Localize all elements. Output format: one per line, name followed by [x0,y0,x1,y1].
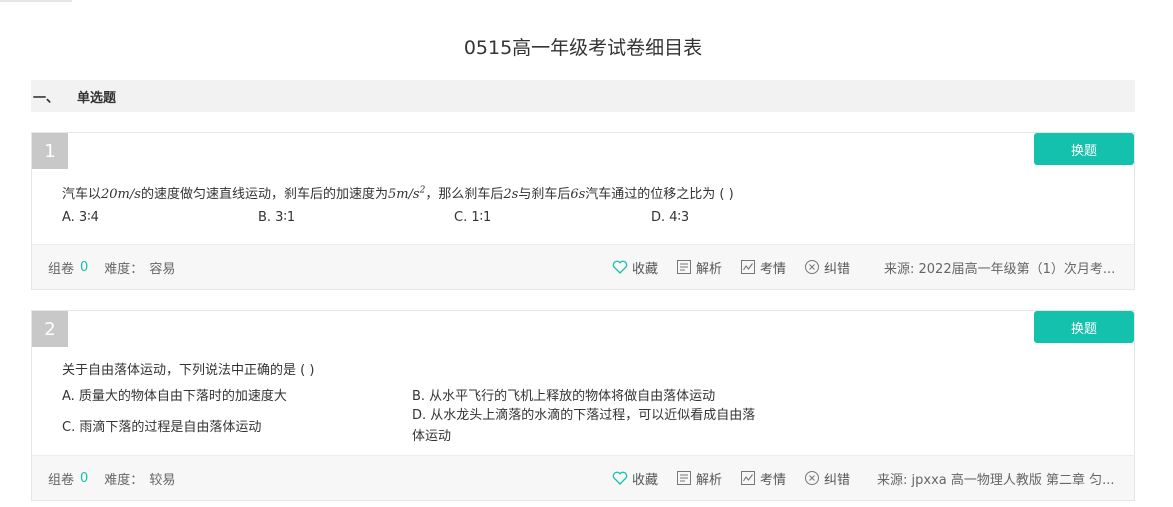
option-b: B. 3∶1 [258,210,296,225]
difficulty-value: 容易 [149,261,176,277]
section-name: 单选题 [77,90,117,106]
difficulty-label: 难度： [104,261,144,277]
swap-question-button[interactable]: 换题 [1034,133,1134,165]
source-text: 来源: 2022届高一年级第（1）次月考... [884,261,1116,277]
heart-icon [612,260,628,274]
difficulty-value: 较易 [149,472,176,488]
exam-info-button[interactable]: 考情 [740,469,786,488]
favorite-button[interactable]: 收藏 [612,469,658,488]
group-label: 组卷 [48,472,75,488]
option-d: D. 4∶3 [651,210,690,225]
correction-button[interactable]: 纠错 [804,258,850,277]
question-stem: 汽车以20m/s的速度做匀速直线运动，刹车后的加速度为5m/s2，那么刹车后2s… [62,183,734,202]
x-circle-icon [805,260,820,274]
favorite-label: 收藏 [632,261,659,277]
swap-question-button[interactable]: 换题 [1034,311,1134,343]
option-d: D. 从水龙头上滴落的水滴的下落过程，可以近似看成自由落体运动 [412,408,756,444]
correction-label: 纠错 [824,261,851,277]
exam-info-label: 考情 [760,472,787,488]
favorite-label: 收藏 [632,472,659,488]
chart-icon [741,260,756,274]
analysis-button[interactable]: 解析 [676,469,722,488]
option-b: B. 从水平飞行的飞机上释放的物体将做自由落体运动 [412,389,716,404]
group-count[interactable]: 0 [80,471,88,486]
stem-text: 汽车通过的位移之比为 ( ) [585,187,734,202]
favorite-button[interactable]: 收藏 [612,258,658,277]
question-footer: 组卷 0 难度： 容易 收藏 解析 考情 纠错 来源: 2022届高一年级第（1… [32,244,1134,289]
top-tab-stub [0,0,72,2]
x-circle-icon [805,471,820,485]
difficulty-label: 难度： [104,472,144,488]
exam-info-button[interactable]: 考情 [740,258,786,277]
analysis-button[interactable]: 解析 [676,258,722,277]
question-card: 2 换题 关于自由落体运动，下列说法中正确的是 ( ) A. 质量大的物体自由下… [31,310,1135,501]
math-expression: 5m/s2 [387,186,425,202]
math-expression: 20m/s [101,187,141,202]
heart-icon [612,471,628,485]
analysis-label: 解析 [696,261,723,277]
question-stem: 关于自由落体运动，下列说法中正确的是 ( ) [62,363,315,378]
option-a: A. 质量大的物体自由下落时的加速度大 [62,389,287,404]
correction-label: 纠错 [824,472,851,488]
exam-info-label: 考情 [760,261,787,277]
chart-icon [741,471,756,485]
analysis-label: 解析 [696,472,723,488]
question-number: 2 [32,311,68,347]
option-c: C. 1∶1 [454,210,492,225]
group-label: 组卷 [48,261,75,277]
math-base: 5m/s [387,187,420,202]
source-text: 来源: jpxxa 高一物理人教版 第二章 匀... [877,472,1115,488]
document-icon [677,260,692,274]
page-title: 0515高一年级考试卷细目表 [463,37,703,59]
section-number: 一、 [33,90,60,106]
stem-text: ，那么刹车后 [425,187,504,202]
group-count[interactable]: 0 [80,260,88,275]
option-a: A. 3∶4 [62,210,99,225]
question-footer: 组卷 0 难度： 较易 收藏 解析 考情 纠错 来源: jpxxa 高一物理人教… [32,455,1134,500]
math-expression: 2s [503,187,519,202]
option-c: C. 雨滴下落的过程是自由落体运动 [62,420,262,435]
question-card: 1 换题 汽车以20m/s的速度做匀速直线运动，刹车后的加速度为5m/s2，那么… [31,132,1135,290]
math-expression: 6s [570,187,586,202]
correction-button[interactable]: 纠错 [804,469,850,488]
document-icon [677,471,692,485]
stem-text: 汽车以 [62,187,102,202]
section-header: 一、 单选题 [31,80,1135,112]
question-number: 1 [32,133,68,169]
stem-text: 的速度做匀速直线运动，刹车后的加速度为 [140,187,388,202]
stem-text: 与刹车后 [518,187,571,202]
